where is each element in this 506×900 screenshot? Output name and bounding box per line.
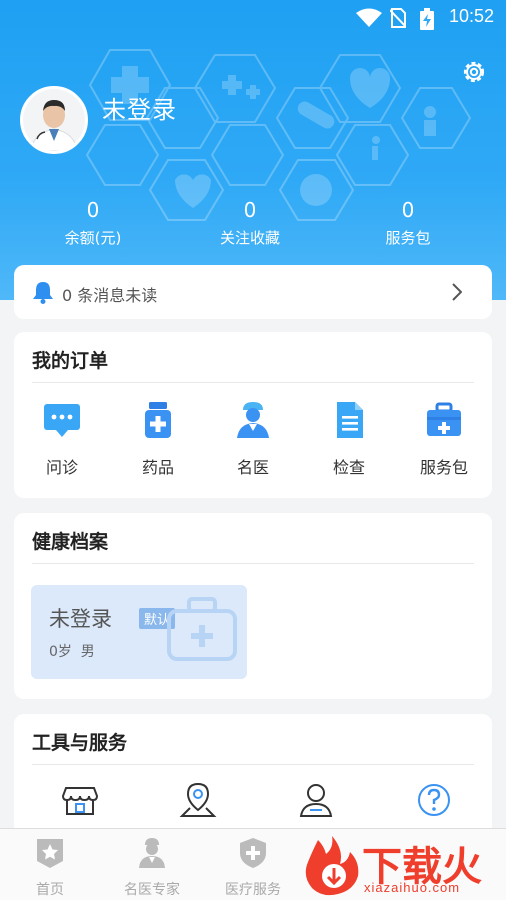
orders-card: 我的订单 问诊 药品 名医 检查 服务包: [14, 332, 492, 498]
hexagon-pattern: [85, 49, 472, 221]
unread-message-text: 0 条消息未读: [62, 286, 158, 305]
profile-name: 未登录: [49, 607, 112, 631]
message-notice-bar[interactable]: 0 条消息未读: [14, 265, 492, 319]
nav-home-label: 首页: [36, 882, 64, 898]
service-pack-stat[interactable]: 0 服务包: [348, 198, 468, 248]
balance-value: 0: [86, 198, 100, 222]
doctor-icon: [139, 838, 165, 868]
favorites-label: 关注收藏: [219, 229, 280, 247]
favorites-stat[interactable]: 0 关注收藏: [190, 198, 310, 248]
divider: [32, 563, 474, 564]
order-examination-label: 检查: [332, 458, 365, 477]
document-icon: [337, 402, 363, 438]
medkit-outline-icon: [167, 597, 237, 661]
person-icon[interactable]: [296, 780, 336, 820]
username[interactable]: 未登录: [102, 90, 177, 125]
order-consultation[interactable]: 问诊: [22, 400, 102, 478]
bell-icon: [33, 282, 53, 304]
profile-header: 10:52 未登录 0 余额(元) 0 关注收藏 0 服务包: [0, 0, 506, 300]
avatar[interactable]: [20, 86, 88, 154]
tools-title: 工具与服务: [32, 732, 128, 754]
store-icon[interactable]: [60, 780, 100, 820]
settings-gear-icon[interactable]: [460, 58, 488, 86]
nav-medical-services[interactable]: 医疗服务: [203, 837, 303, 899]
nav-doctors[interactable]: 名医专家: [102, 837, 202, 899]
order-medicine[interactable]: 药品: [118, 400, 198, 478]
health-profile-card[interactable]: 未登录 默认 0岁 男: [31, 585, 247, 679]
order-examination[interactable]: 检查: [309, 400, 389, 478]
battery-charging-icon: [420, 8, 434, 30]
doctor-avatar-icon: [23, 89, 85, 151]
location-icon[interactable]: [178, 780, 218, 820]
service-pack-value: 0: [401, 198, 415, 222]
doctor-icon: [237, 402, 269, 438]
balance-stat[interactable]: 0 余额(元): [33, 198, 153, 248]
help-icon[interactable]: [414, 780, 454, 820]
nav-home[interactable]: 首页: [0, 837, 100, 899]
order-doctor[interactable]: 名医: [213, 400, 293, 478]
favorites-value: 0: [243, 198, 257, 222]
nav-doctors-label: 名医专家: [124, 882, 180, 898]
order-medicine-label: 药品: [141, 458, 174, 477]
health-records-card: 健康档案 未登录 默认 0岁 男: [14, 513, 492, 699]
chat-icon: [44, 404, 80, 437]
profile-age-gender: 0岁 男: [49, 644, 95, 660]
nav-medical-services-label: 医疗服务: [225, 882, 281, 898]
status-time: 10:52: [448, 6, 494, 26]
no-sim-icon: [390, 8, 406, 28]
service-pack-label: 服务包: [385, 229, 431, 247]
health-records-title: 健康档案: [32, 531, 109, 553]
watermark-url: xiazaihuo.com: [364, 880, 461, 895]
order-consultation-label: 问诊: [45, 458, 78, 477]
home-star-icon: [37, 839, 63, 868]
order-doctor-label: 名医: [236, 458, 269, 477]
chevron-right-icon: [452, 283, 462, 301]
balance-label: 余额(元): [64, 229, 122, 247]
divider: [32, 382, 474, 383]
status-bar: 10:52: [0, 0, 506, 34]
order-service-pack-label: 服务包: [419, 458, 468, 477]
wifi-icon: [356, 8, 382, 27]
shield-plus-icon: [240, 838, 266, 868]
orders-title: 我的订单: [32, 350, 109, 372]
medicine-bottle-icon: [145, 402, 171, 438]
order-service-pack[interactable]: 服务包: [404, 400, 484, 478]
divider: [32, 764, 474, 765]
medkit-icon: [427, 402, 461, 436]
